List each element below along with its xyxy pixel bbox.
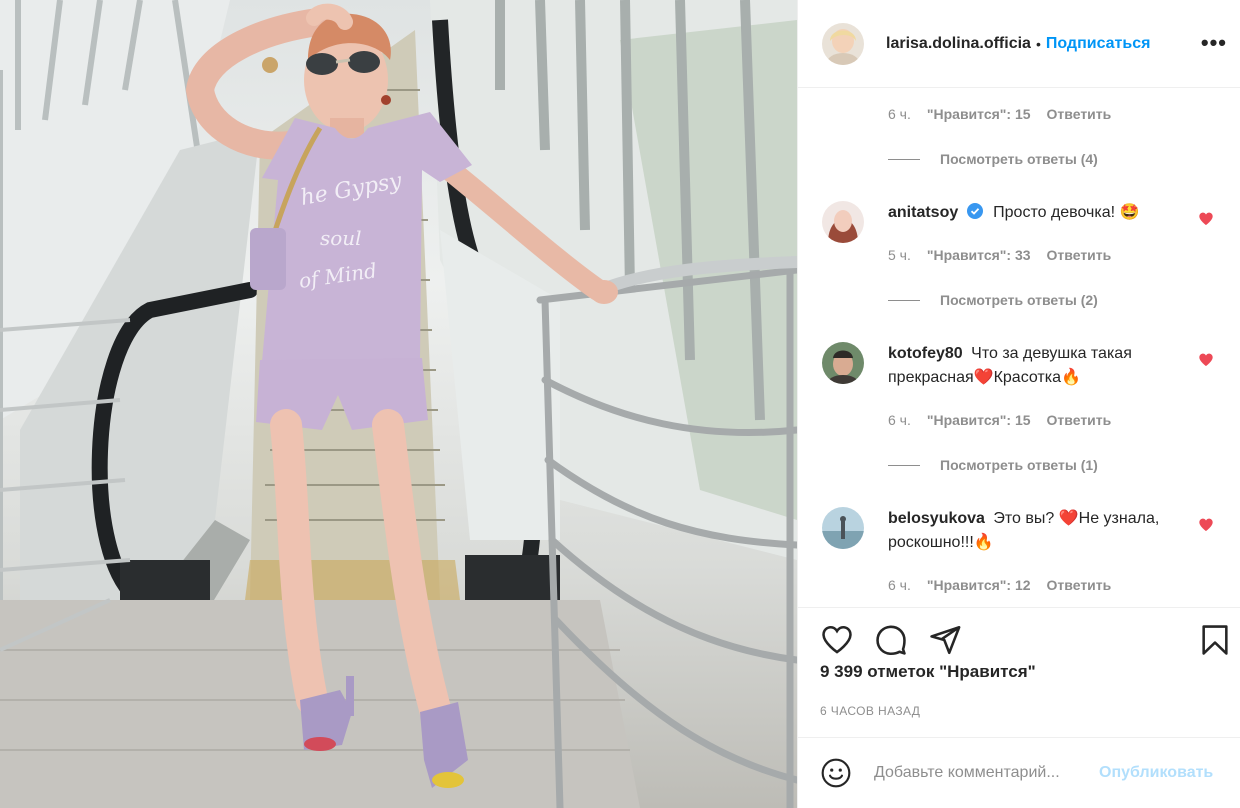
reply-button[interactable]: Ответить bbox=[1047, 106, 1112, 122]
comment-like-icon[interactable] bbox=[1198, 517, 1214, 533]
comment-text: Просто девочка! 🤩 bbox=[993, 204, 1140, 221]
commenter-avatar[interactable] bbox=[822, 507, 864, 549]
comment-text-block: belosyukova Это вы? ❤️Не узнала, роскошн… bbox=[888, 507, 1178, 555]
comment-meta: 5 ч. "Нравится": 33 Ответить bbox=[888, 247, 1111, 263]
comment-meta: 6 ч. "Нравится": 15 Ответить bbox=[888, 412, 1111, 428]
comment-item: anitatsoy Просто девочка! 🤩 bbox=[822, 201, 1222, 243]
emoji-icon[interactable] bbox=[820, 757, 852, 789]
author-username[interactable]: larisa.dolina.officia bbox=[886, 35, 1031, 53]
view-replies-button[interactable]: Посмотреть ответы (2) bbox=[888, 292, 1098, 308]
add-comment-bar: Опубликовать bbox=[798, 737, 1240, 808]
comment-likes[interactable]: "Нравится": 33 bbox=[927, 247, 1031, 263]
publish-button[interactable]: Опубликовать bbox=[1099, 764, 1213, 782]
heart-icon[interactable] bbox=[820, 623, 854, 657]
comment-time: 6 ч. bbox=[888, 106, 911, 122]
likes-count[interactable]: 9 399 отметок "Нравится" bbox=[820, 662, 1036, 682]
header-separator: • bbox=[1035, 35, 1041, 52]
comment-input[interactable] bbox=[874, 764, 1089, 782]
comment-time: 6 ч. bbox=[888, 412, 911, 428]
reply-button[interactable]: Ответить bbox=[1047, 247, 1112, 263]
comment-icon[interactable] bbox=[874, 623, 908, 657]
replies-divider bbox=[888, 158, 920, 160]
comment-time: 6 ч. bbox=[888, 577, 911, 593]
verified-badge-icon bbox=[966, 203, 983, 219]
comments-list[interactable]: 6 ч. "Нравится": 15 Ответить Посмотреть … bbox=[798, 88, 1240, 608]
commenter-avatar[interactable] bbox=[822, 342, 864, 384]
comment-item: belosyukova Это вы? ❤️Не узнала, роскошн… bbox=[822, 507, 1222, 555]
bookmark-icon[interactable] bbox=[1198, 623, 1232, 657]
comment-meta: 6 ч. "Нравится": 12 Ответить bbox=[888, 577, 1111, 593]
post-timestamp[interactable]: 6 ЧАСОВ НАЗАД bbox=[820, 704, 920, 718]
post-photo[interactable]: he Gypsy soul of Mind bbox=[0, 0, 797, 808]
comment-time: 5 ч. bbox=[888, 247, 911, 263]
comment-likes[interactable]: "Нравится": 15 bbox=[927, 412, 1031, 428]
commenter-username[interactable]: anitatsoy bbox=[888, 204, 958, 221]
follow-button[interactable]: Подписаться bbox=[1046, 35, 1151, 53]
view-replies-label: Посмотреть ответы (1) bbox=[940, 457, 1098, 473]
commenter-avatar[interactable] bbox=[822, 201, 864, 243]
author-avatar[interactable] bbox=[822, 22, 864, 65]
comment-like-icon[interactable] bbox=[1198, 211, 1214, 227]
view-replies-label: Посмотреть ответы (2) bbox=[940, 292, 1098, 308]
view-replies-button[interactable]: Посмотреть ответы (1) bbox=[888, 457, 1098, 473]
svg-text:soul: soul bbox=[320, 226, 362, 250]
post-side-panel: larisa.dolina.officia • Подписаться ••• … bbox=[797, 0, 1240, 808]
replies-divider bbox=[888, 299, 920, 301]
replies-divider bbox=[888, 464, 920, 466]
more-horizontal-icon[interactable]: ••• bbox=[1201, 30, 1227, 56]
commenter-username[interactable]: kotofey80 bbox=[888, 345, 963, 362]
post-image: he Gypsy soul of Mind bbox=[0, 0, 797, 808]
view-replies-label: Посмотреть ответы (4) bbox=[940, 151, 1098, 167]
share-icon[interactable] bbox=[928, 623, 962, 657]
post-header: larisa.dolina.officia • Подписаться ••• bbox=[798, 0, 1240, 88]
comment-like-icon[interactable] bbox=[1198, 352, 1214, 368]
reply-button[interactable]: Ответить bbox=[1047, 577, 1112, 593]
comment-item: kotofey80 Что за девушка такая прекрасна… bbox=[822, 342, 1222, 390]
comment-likes[interactable]: "Нравится": 15 bbox=[927, 106, 1031, 122]
comment-likes[interactable]: "Нравится": 12 bbox=[927, 577, 1031, 593]
commenter-username[interactable]: belosyukova bbox=[888, 510, 985, 527]
view-replies-button[interactable]: Посмотреть ответы (4) bbox=[888, 151, 1098, 167]
reply-button[interactable]: Ответить bbox=[1047, 412, 1112, 428]
comment-meta: 6 ч. "Нравится": 15 Ответить bbox=[888, 106, 1111, 122]
comment-text-block: kotofey80 Что за девушка такая прекрасна… bbox=[888, 342, 1178, 390]
comment-text-block: anitatsoy Просто девочка! 🤩 bbox=[888, 201, 1178, 243]
